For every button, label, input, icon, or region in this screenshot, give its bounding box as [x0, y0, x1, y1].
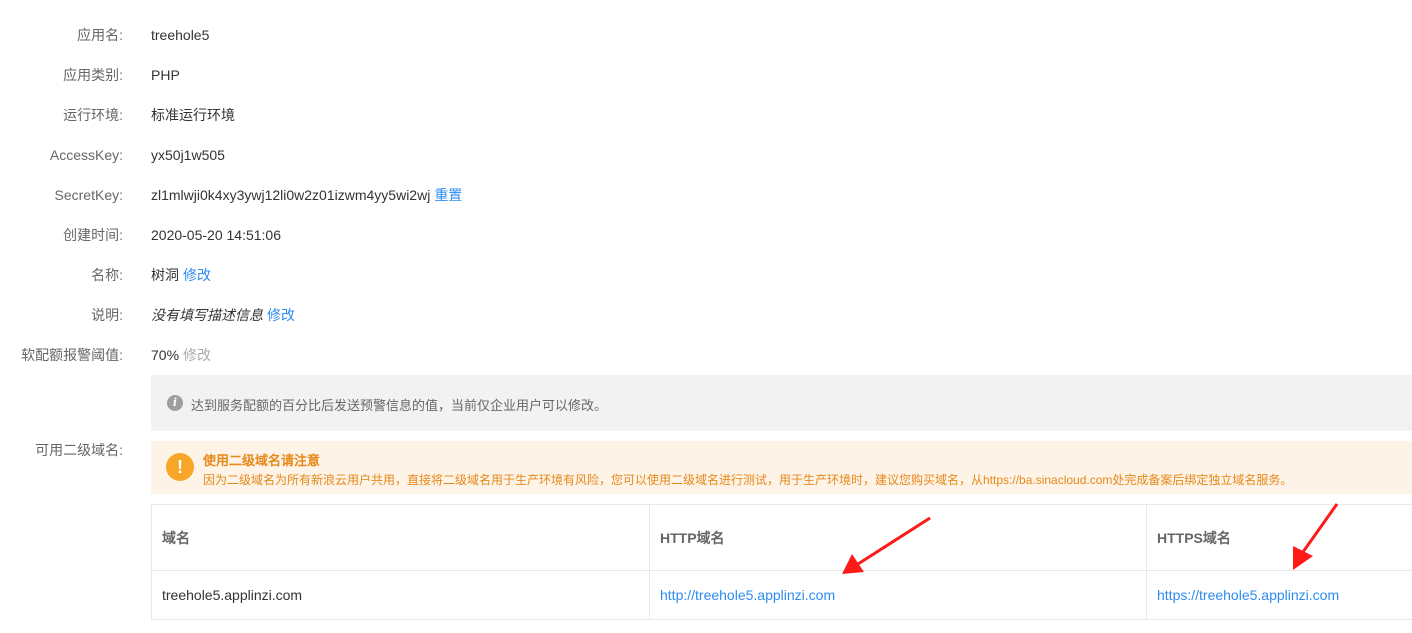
runtime-label: 运行环境: [63, 107, 123, 123]
subdomain-label: 可用二级域名: [35, 442, 123, 458]
quota-value: 70% [151, 347, 180, 363]
header-domain: 域名 [162, 529, 190, 546]
row-secret-key: SecretKey: zl1mlwji0k4xy3ywj12li0w2z01iz… [0, 175, 1412, 215]
table-header: 域名 HTTP域名 HTTPS域名 [152, 505, 1412, 571]
description-label: 说明: [91, 307, 123, 323]
header-cell-https: HTTPS域名 [1147, 505, 1412, 570]
arrow-annotation-https [1293, 503, 1339, 570]
name-value: 树洞 [151, 267, 179, 283]
name-container: 树洞 修改 [151, 265, 211, 285]
info-icon: i [167, 395, 183, 411]
quota-info-text: 达到服务配额的百分比后发送预警信息的值，当前仅企业用户可以修改。 [191, 398, 608, 413]
row-runtime: 运行环境: 标准运行环境 [0, 95, 1412, 135]
secret-key-value: zl1mlwji0k4xy3ywj12li0w2z01izwm4yy5wi2wj [151, 187, 431, 203]
secret-key-container: zl1mlwji0k4xy3ywj12li0w2z01izwm4yy5wi2wj… [151, 185, 462, 205]
created-label: 创建时间: [63, 227, 123, 243]
http-url-link[interactable]: http://treehole5.applinzi.com [660, 587, 835, 603]
exclamation-icon: ! [166, 453, 194, 481]
quota-container: 70% 修改 [151, 345, 211, 365]
cell-https: https://treehole5.applinzi.com [1147, 571, 1412, 619]
row-description: 说明: 没有填写描述信息 修改 [0, 295, 1412, 335]
table-row: treehole5.applinzi.com http://treehole5.… [152, 571, 1412, 619]
row-quota: 软配额报警阈值: 70% 修改 [0, 335, 1412, 375]
access-key-label: AccessKey: [49, 147, 123, 163]
access-key-value: yx50j1w505 [151, 147, 225, 163]
secret-key-label: SecretKey: [54, 187, 123, 203]
name-label: 名称: [91, 267, 123, 283]
app-type-label: 应用类别: [63, 67, 123, 83]
warning-title: 使用二级域名请注意 [203, 453, 321, 468]
edit-name-link[interactable]: 修改 [183, 267, 211, 283]
warning-text: 因为二级域名为所有新浪云用户共用，直接将二级域名用于生产环境有风险，您可以使用二… [203, 473, 1293, 487]
domain-table: 域名 HTTP域名 HTTPS域名 treehole5.applinzi.com… [151, 504, 1412, 620]
row-app-name: 应用名: treehole5 [0, 15, 1412, 55]
runtime-value: 标准运行环境 [151, 107, 235, 123]
app-name-label: 应用名: [77, 27, 123, 43]
reset-secret-key-link[interactable]: 重置 [434, 187, 462, 203]
edit-quota-link: 修改 [183, 347, 212, 363]
quota-info-box: i 达到服务配额的百分比后发送预警信息的值，当前仅企业用户可以修改。 [151, 375, 1412, 431]
row-name: 名称: 树洞 修改 [0, 255, 1412, 295]
row-created: 创建时间: 2020-05-20 14:51:06 [0, 215, 1412, 255]
created-value: 2020-05-20 14:51:06 [151, 227, 281, 243]
https-url-link[interactable]: https://treehole5.applinzi.com [1157, 587, 1339, 603]
domain-value: treehole5.applinzi.com [162, 587, 303, 603]
header-cell-domain: 域名 [152, 505, 650, 570]
arrow-annotation-http [842, 516, 931, 574]
subdomain-warning-box: ! 使用二级域名请注意 因为二级域名为所有新浪云用户共用，直接将二级域名用于生产… [151, 441, 1412, 494]
row-app-type: 应用类别: PHP [0, 55, 1412, 95]
description-value: 没有填写描述信息 [151, 307, 263, 323]
quota-label: 软配额报警阈值: [21, 347, 123, 363]
row-access-key: AccessKey: yx50j1w505 [0, 135, 1412, 175]
app-type-value: PHP [151, 67, 180, 83]
header-http: HTTP域名 [660, 529, 725, 546]
cell-domain: treehole5.applinzi.com [152, 571, 650, 619]
app-name-value: treehole5 [151, 27, 210, 43]
edit-description-link[interactable]: 修改 [267, 307, 295, 323]
description-container: 没有填写描述信息 修改 [151, 305, 295, 325]
header-https: HTTPS域名 [1157, 529, 1231, 546]
